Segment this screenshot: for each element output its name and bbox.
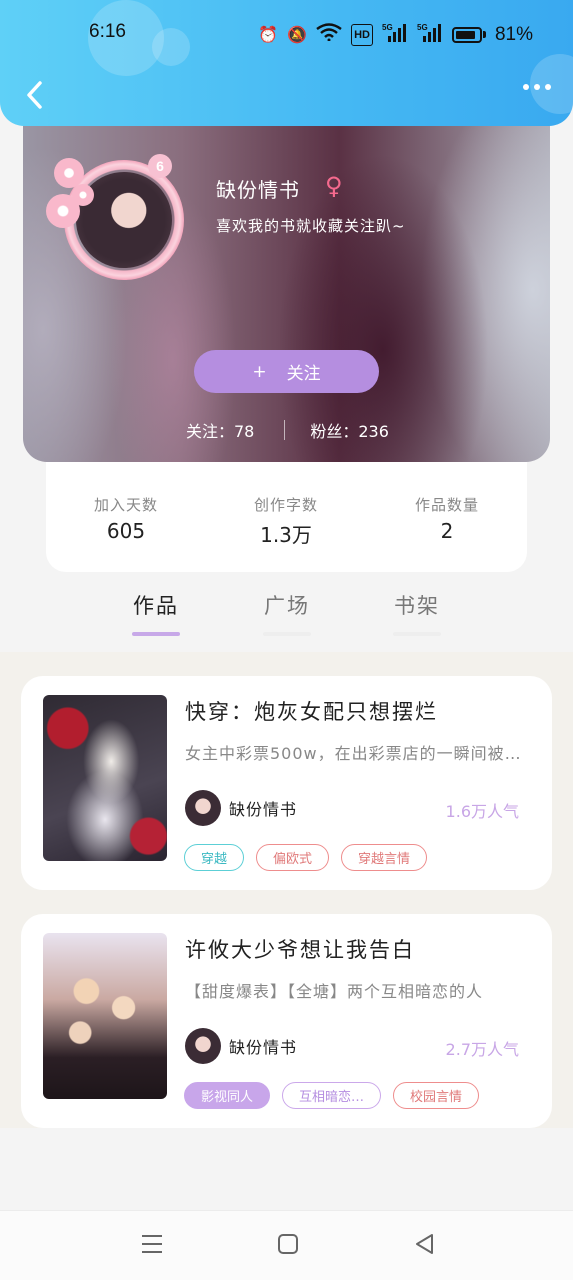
decor-bubble bbox=[152, 28, 190, 66]
hd-icon: HD bbox=[351, 23, 373, 46]
author-avatar bbox=[185, 1028, 221, 1064]
stat-value: 1.3万 bbox=[260, 523, 312, 547]
follow-button-label: 关注 bbox=[286, 364, 321, 384]
tag[interactable]: 穿越 bbox=[184, 844, 245, 871]
home-icon[interactable] bbox=[277, 1233, 299, 1259]
tab-bar: 作品 广场 书架 bbox=[0, 580, 573, 650]
female-icon: ♀ bbox=[325, 172, 343, 200]
battery-percent: 81% bbox=[494, 23, 533, 45]
back-nav-icon[interactable] bbox=[414, 1233, 436, 1259]
tag[interactable]: 影视同人 bbox=[184, 1082, 271, 1109]
status-time: 6:16 bbox=[89, 21, 126, 42]
tab-indicator bbox=[132, 632, 180, 636]
author-avatar bbox=[185, 790, 221, 826]
stat-label: 加入天数 bbox=[93, 496, 158, 514]
svg-text:5G: 5G bbox=[382, 23, 393, 32]
alarm-icon: ⏰ bbox=[258, 24, 279, 44]
stat-join-days: 加入天数 605 bbox=[56, 494, 196, 543]
stat-word-count: 创作字数 1.3万 bbox=[216, 494, 356, 548]
tab-works[interactable]: 作品 bbox=[116, 590, 196, 636]
profile-avatar[interactable]: 6 bbox=[44, 154, 190, 284]
status-icons: ⏰ 🔕 HD 5G 5G 81% bbox=[258, 22, 533, 47]
tag[interactable]: 互相暗恋… bbox=[282, 1082, 382, 1109]
stats-card: 加入天数 605 创作字数 1.3万 作品数量 2 bbox=[46, 448, 527, 572]
more-button[interactable] bbox=[523, 84, 551, 90]
chevron-left-icon bbox=[27, 81, 42, 109]
wifi-icon bbox=[316, 23, 342, 46]
fans-count[interactable]: 粉丝：236 bbox=[310, 418, 389, 442]
battery-icon bbox=[451, 26, 486, 43]
tab-bookshelf[interactable]: 书架 bbox=[377, 590, 457, 636]
menu-icon[interactable] bbox=[141, 1233, 163, 1259]
divider bbox=[284, 420, 286, 440]
book-tags: 影视同人 互相暗恋… 校园言情 bbox=[184, 1082, 480, 1109]
tab-indicator bbox=[393, 632, 441, 636]
back-button[interactable] bbox=[16, 74, 52, 116]
following-count[interactable]: 关注：78 bbox=[186, 418, 254, 442]
tab-label: 广场 bbox=[264, 594, 310, 618]
stat-value: 605 bbox=[106, 519, 146, 543]
tag[interactable]: 偏欧式 bbox=[256, 844, 330, 871]
stat-works-count: 作品数量 2 bbox=[377, 494, 517, 543]
tab-square[interactable]: 广场 bbox=[247, 590, 327, 636]
works-list: 快穿：炮灰女配只想摆烂 女主中彩票500w，在出彩票店的一瞬间被车撞了 缺份情书… bbox=[0, 652, 573, 1128]
book-cover[interactable] bbox=[43, 933, 167, 1099]
level-badge: 6 bbox=[148, 154, 172, 178]
svg-text:5G: 5G bbox=[417, 23, 428, 32]
book-description: 女主中彩票500w，在出彩票店的一瞬间被车撞了 bbox=[185, 744, 530, 763]
top-bar: 6:16 ⏰ 🔕 HD 5G 5G 81% bbox=[0, 0, 573, 126]
follow-button[interactable]: + 关注 bbox=[194, 350, 379, 393]
book-popularity: 2.7万人气 bbox=[445, 1040, 519, 1059]
book-title[interactable]: 快穿：炮灰女配只想摆烂 bbox=[185, 696, 438, 726]
author-name: 缺份情书 bbox=[229, 1038, 298, 1057]
book-author[interactable]: 缺份情书 bbox=[185, 790, 297, 826]
mute-icon: 🔕 bbox=[287, 24, 308, 44]
book-title[interactable]: 许攸大少爷想让我告白 bbox=[185, 934, 415, 964]
signal-5g-icon-2: 5G bbox=[417, 22, 443, 47]
stat-label: 作品数量 bbox=[414, 496, 479, 514]
book-author[interactable]: 缺份情书 bbox=[185, 1028, 297, 1064]
stat-value: 2 bbox=[440, 519, 454, 543]
book-tags: 穿越 偏欧式 穿越言情 bbox=[184, 844, 428, 871]
book-popularity: 1.6万人气 bbox=[445, 802, 519, 821]
book-card[interactable]: 许攸大少爷想让我告白 【甜度爆表】【全塘】两个互相暗恋的人 缺份情书 2.7万人… bbox=[21, 914, 552, 1128]
book-description: 【甜度爆表】【全塘】两个互相暗恋的人 bbox=[185, 982, 484, 1001]
profile-bio: 喜欢我的书就收藏关注趴~ bbox=[216, 217, 406, 235]
system-nav-bar bbox=[0, 1210, 573, 1280]
more-dots-icon bbox=[523, 84, 529, 90]
tab-label: 作品 bbox=[133, 594, 179, 618]
book-card[interactable]: 快穿：炮灰女配只想摆烂 女主中彩票500w，在出彩票店的一瞬间被车撞了 缺份情书… bbox=[21, 676, 552, 890]
tag[interactable]: 校园言情 bbox=[393, 1082, 480, 1109]
book-cover[interactable] bbox=[43, 695, 167, 861]
author-name: 缺份情书 bbox=[229, 800, 298, 819]
tag[interactable]: 穿越言情 bbox=[341, 844, 428, 871]
tab-indicator bbox=[263, 632, 311, 636]
flower-decor-icon bbox=[72, 184, 94, 206]
tab-label: 书架 bbox=[394, 594, 440, 618]
plus-icon: + bbox=[252, 361, 267, 382]
follow-stats: 关注：78 粉丝：236 bbox=[186, 418, 389, 442]
profile-name: 缺份情书 bbox=[216, 178, 300, 202]
signal-5g-icon: 5G bbox=[382, 22, 408, 47]
stat-label: 创作字数 bbox=[253, 496, 318, 514]
